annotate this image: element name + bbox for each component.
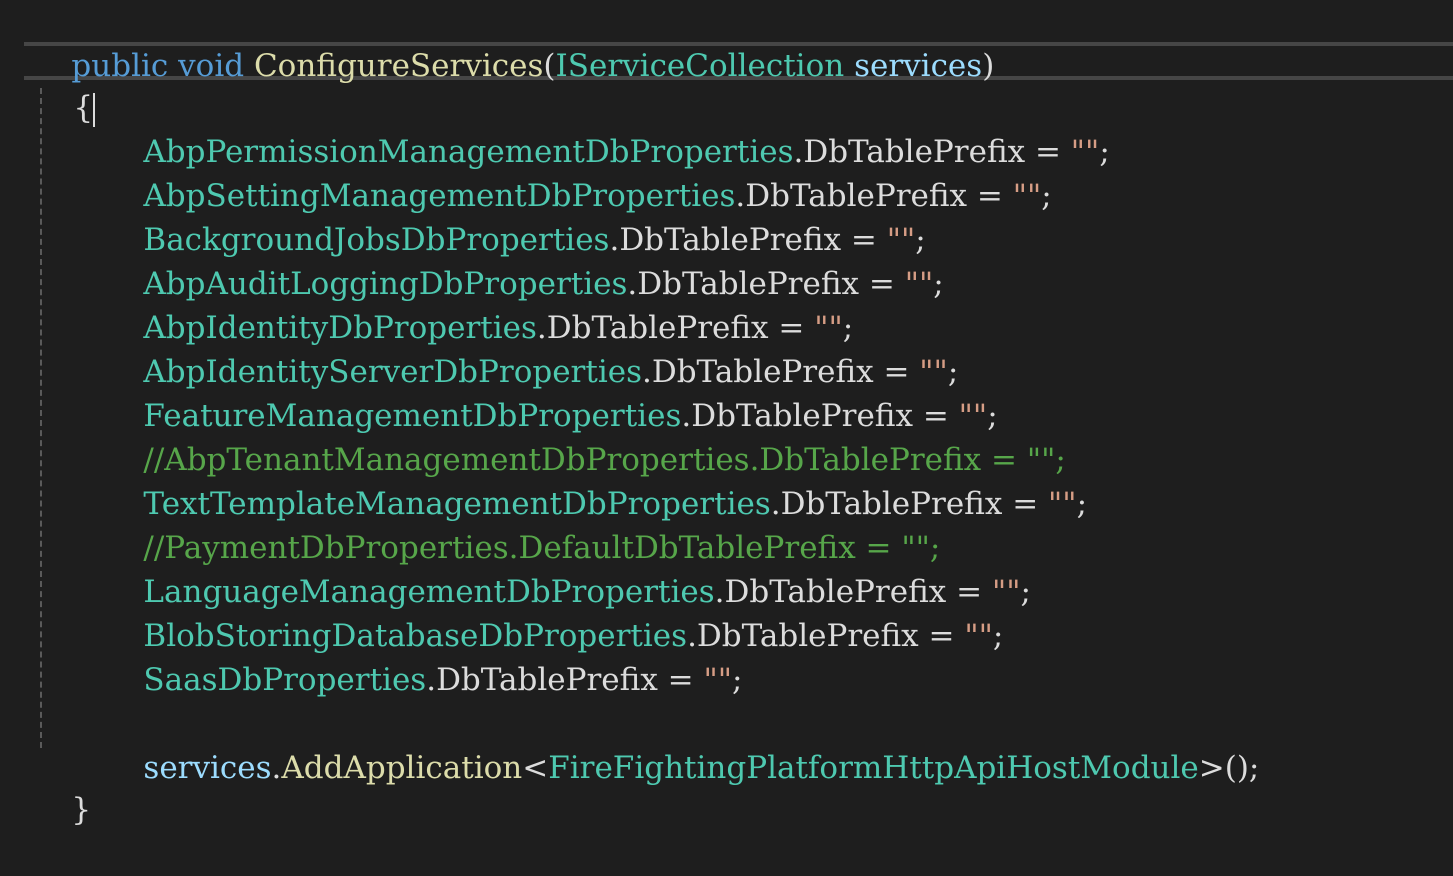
code-editor[interactable]: public void ConfigureServices(IServiceCo… — [0, 0, 1453, 828]
code-line[interactable]: AbpAuditLoggingDbProperties.DbTablePrefi… — [104, 218, 943, 302]
keyword-void: void — [178, 48, 245, 84]
call-tail: >(); — [1198, 750, 1260, 786]
services-variable: services — [143, 750, 272, 786]
equals: = — [1002, 486, 1049, 522]
method-name: AddApplication — [281, 750, 523, 786]
string-literal: "" — [964, 618, 993, 654]
method-name: ConfigureServices — [253, 48, 544, 84]
string-literal: "" — [1070, 134, 1100, 170]
param-name: services — [854, 48, 983, 84]
equals: = — [918, 618, 965, 654]
code-line[interactable]: AbpPermissionManagementDbProperties.DbTa… — [104, 86, 1109, 170]
semicolon: ; — [1099, 134, 1110, 170]
semicolon: ; — [933, 266, 944, 302]
semicolon: ; — [732, 662, 743, 698]
semicolon: ; — [1076, 486, 1088, 522]
code-line[interactable]: TextTemplateManagementDbProperties.DbTab… — [104, 438, 1087, 522]
code-line-signature[interactable]: public void ConfigureServices(IServiceCo… — [32, 0, 994, 84]
indent-guide — [40, 88, 42, 748]
less-than: < — [522, 750, 549, 786]
dot: . — [271, 750, 282, 786]
code-line[interactable]: SaasDbProperties.DbTablePrefix = ""; — [104, 614, 742, 698]
semicolon: ; — [992, 618, 1004, 654]
code-line[interactable]: AbpIdentityServerDbProperties.DbTablePre… — [104, 306, 958, 390]
semicolon: ; — [1020, 574, 1031, 610]
code-line[interactable]: AbpIdentityDbProperties.DbTablePrefix = … — [104, 262, 853, 346]
equals: = — [657, 662, 704, 698]
code-line-comment[interactable]: //AbpTenantManagementDbProperties.DbTabl… — [104, 394, 1065, 478]
code-line[interactable]: AbpSettingManagementDbProperties.DbTable… — [104, 130, 1051, 214]
member-name: DbTablePrefix — [436, 662, 658, 698]
code-line[interactable]: BlobStoringDatabaseDbProperties.DbTableP… — [104, 570, 1003, 654]
code-line[interactable]: FeatureManagementDbProperties.DbTablePre… — [104, 350, 997, 434]
generic-type: FireFightingPlatformHttpApiHostModule — [548, 750, 1199, 786]
code-line-comment[interactable]: //PaymentDbProperties.DefaultDbTablePref… — [104, 482, 940, 566]
string-literal: "" — [904, 266, 934, 302]
code-line-open-brace[interactable]: { — [34, 42, 96, 127]
string-literal: "" — [1048, 486, 1077, 522]
string-literal: "" — [703, 662, 733, 698]
open-brace: { — [73, 90, 94, 126]
code-line[interactable]: LanguageManagementDbProperties.DbTablePr… — [104, 526, 1031, 610]
text-caret — [93, 92, 96, 127]
dot: . — [426, 662, 437, 698]
class-name: SaasDbProperties — [143, 662, 427, 698]
code-line-add-application[interactable]: services.AddApplication<FireFightingPlat… — [104, 702, 1259, 786]
string-literal: "" — [1012, 178, 1042, 214]
equals: = — [967, 178, 1013, 214]
code-line-close-brace[interactable]: } — [32, 744, 91, 828]
code-line[interactable]: BackgroundJobsDbProperties.DbTablePrefix… — [104, 174, 925, 258]
open-paren: ( — [543, 48, 556, 84]
equals: = — [859, 266, 905, 302]
close-brace: } — [71, 792, 92, 828]
param-type: IServiceCollection — [555, 48, 845, 84]
semicolon: ; — [1041, 178, 1052, 214]
close-paren: ) — [982, 48, 995, 84]
